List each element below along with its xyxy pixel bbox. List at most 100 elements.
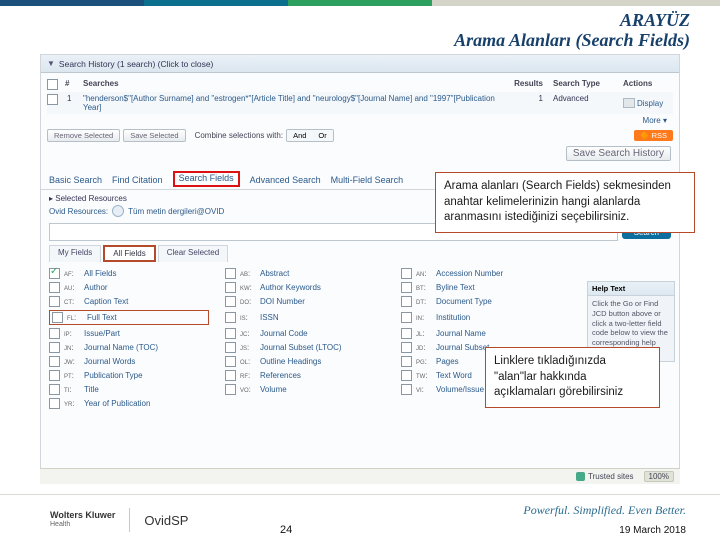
field-label[interactable]: Caption Text [84,297,128,306]
field-item-all-fields[interactable]: af:All Fields [49,268,209,279]
ovid-resources-link[interactable]: Ovid Resources: [49,207,108,216]
field-label[interactable]: Author Keywords [260,283,321,292]
combine-and[interactable]: And [287,130,312,141]
field-checkbox[interactable] [225,268,236,279]
field-item-journal-name[interactable]: jl:Journal Name [401,328,561,339]
field-checkbox[interactable] [49,296,60,307]
field-item-title[interactable]: ti:Title [49,384,209,395]
select-all-checkbox[interactable] [47,79,58,90]
field-label[interactable]: Pages [436,357,459,366]
tab-search-fields[interactable]: Search Fields [173,171,240,187]
field-item-author[interactable]: au:Author [49,282,209,293]
save-search-history-button[interactable]: Save Search History [566,146,671,161]
field-label[interactable]: Journal Name (TOC) [84,343,158,352]
tab-all-fields[interactable]: All Fields [103,245,155,262]
info-icon[interactable] [112,205,124,217]
field-label[interactable]: Issue/Part [84,329,120,338]
field-item-author-keywords[interactable]: kw:Author Keywords [225,282,385,293]
field-item-abstract[interactable]: ab:Abstract [225,268,385,279]
field-checkbox[interactable] [225,312,236,323]
field-checkbox[interactable] [401,328,412,339]
tab-basic[interactable]: Basic Search [49,175,102,187]
tab-my-fields[interactable]: My Fields [49,245,101,262]
field-label[interactable]: Journal Subset (LTOC) [260,343,342,352]
field-label[interactable]: Journal Name [436,329,486,338]
field-checkbox[interactable] [401,342,412,353]
field-item-caption-text[interactable]: ct:Caption Text [49,296,209,307]
search-history-header[interactable]: ▼ Search History (1 search) (Click to cl… [41,55,679,73]
save-selected-button[interactable]: Save Selected [123,129,185,142]
field-item-journal-code[interactable]: jc:Journal Code [225,328,385,339]
field-checkbox[interactable] [225,328,236,339]
field-checkbox[interactable] [49,356,60,367]
field-item-volume[interactable]: vo:Volume [225,384,385,395]
field-checkbox[interactable] [401,268,412,279]
field-checkbox[interactable] [225,296,236,307]
field-label[interactable]: Document Type [436,297,492,306]
row-query[interactable]: "henderson$"[Author Surname] and "estrog… [83,94,503,112]
field-item-doi-number[interactable]: do:DOI Number [225,296,385,307]
field-label[interactable]: Accession Number [436,269,503,278]
tab-find-citation[interactable]: Find Citation [112,175,163,187]
field-checkbox[interactable] [49,370,60,381]
field-label[interactable]: Journal Words [84,357,135,366]
tab-clear-selected[interactable]: Clear Selected [158,245,228,262]
field-label[interactable]: References [260,371,301,380]
field-item-year-of-publication[interactable]: yr:Year of Publication [49,398,209,409]
field-label[interactable]: Outline Headings [260,357,321,366]
field-checkbox[interactable] [401,312,412,323]
tab-advanced[interactable]: Advanced Search [250,175,321,187]
field-item-byline-text[interactable]: bt:Byline Text [401,282,561,293]
field-label[interactable]: All Fields [84,269,116,278]
field-checkbox[interactable] [49,268,60,279]
field-item-journal-subset-ltoc-[interactable]: js:Journal Subset (LTOC) [225,342,385,353]
field-item-full-text[interactable]: fl:Full Text [49,310,209,325]
field-item-document-type[interactable]: dt:Document Type [401,296,561,307]
field-checkbox[interactable] [49,282,60,293]
field-checkbox[interactable] [49,328,60,339]
field-item-accession-number[interactable]: an:Accession Number [401,268,561,279]
field-label[interactable]: Publication Type [84,371,143,380]
field-label[interactable]: Title [84,385,99,394]
field-item-issue-part[interactable]: ip:Issue/Part [49,328,209,339]
combine-or[interactable]: Or [312,130,332,141]
more-link[interactable]: More ▾ [47,114,673,125]
field-label[interactable]: Year of Publication [84,399,150,408]
row-results[interactable]: 1 [503,94,543,112]
tab-multi-field[interactable]: Multi-Field Search [331,175,404,187]
field-item-publication-type[interactable]: pt:Publication Type [49,370,209,381]
field-item-institution[interactable]: in:Institution [401,310,561,325]
field-label[interactable]: Full Text [87,313,117,322]
field-checkbox[interactable] [225,384,236,395]
field-label[interactable]: Institution [436,313,470,322]
field-checkbox[interactable] [401,282,412,293]
field-checkbox[interactable] [49,398,60,409]
field-label[interactable]: ISSN [260,313,279,322]
row-checkbox[interactable] [47,94,58,105]
field-item-references[interactable]: rf:References [225,370,385,381]
field-checkbox[interactable] [401,384,412,395]
field-checkbox[interactable] [49,384,60,395]
field-item-journal-name-toc-[interactable]: jn:Journal Name (TOC) [49,342,209,353]
field-item-journal-words[interactable]: jw:Journal Words [49,356,209,367]
field-label[interactable]: Journal Subset [436,343,489,352]
field-checkbox[interactable] [401,356,412,367]
field-label[interactable]: Volume [260,385,287,394]
field-item-issn[interactable]: is:ISSN [225,310,385,325]
field-checkbox[interactable] [225,342,236,353]
field-label[interactable]: Author [84,283,108,292]
zoom-indicator[interactable]: 100% [644,471,674,482]
field-checkbox[interactable] [401,296,412,307]
field-checkbox[interactable] [225,370,236,381]
row-actions[interactable]: Display [613,94,673,112]
rss-badge[interactable]: 🔶 RSS [634,130,673,141]
field-label[interactable]: Text Word [436,371,472,380]
remove-selected-button[interactable]: Remove Selected [47,129,120,142]
combine-segment[interactable]: And Or [286,129,334,142]
field-label[interactable]: Abstract [260,269,289,278]
field-checkbox[interactable] [225,356,236,367]
field-checkbox[interactable] [225,282,236,293]
field-checkbox[interactable] [401,370,412,381]
display-icon[interactable] [623,98,635,108]
field-label[interactable]: Byline Text [436,283,475,292]
